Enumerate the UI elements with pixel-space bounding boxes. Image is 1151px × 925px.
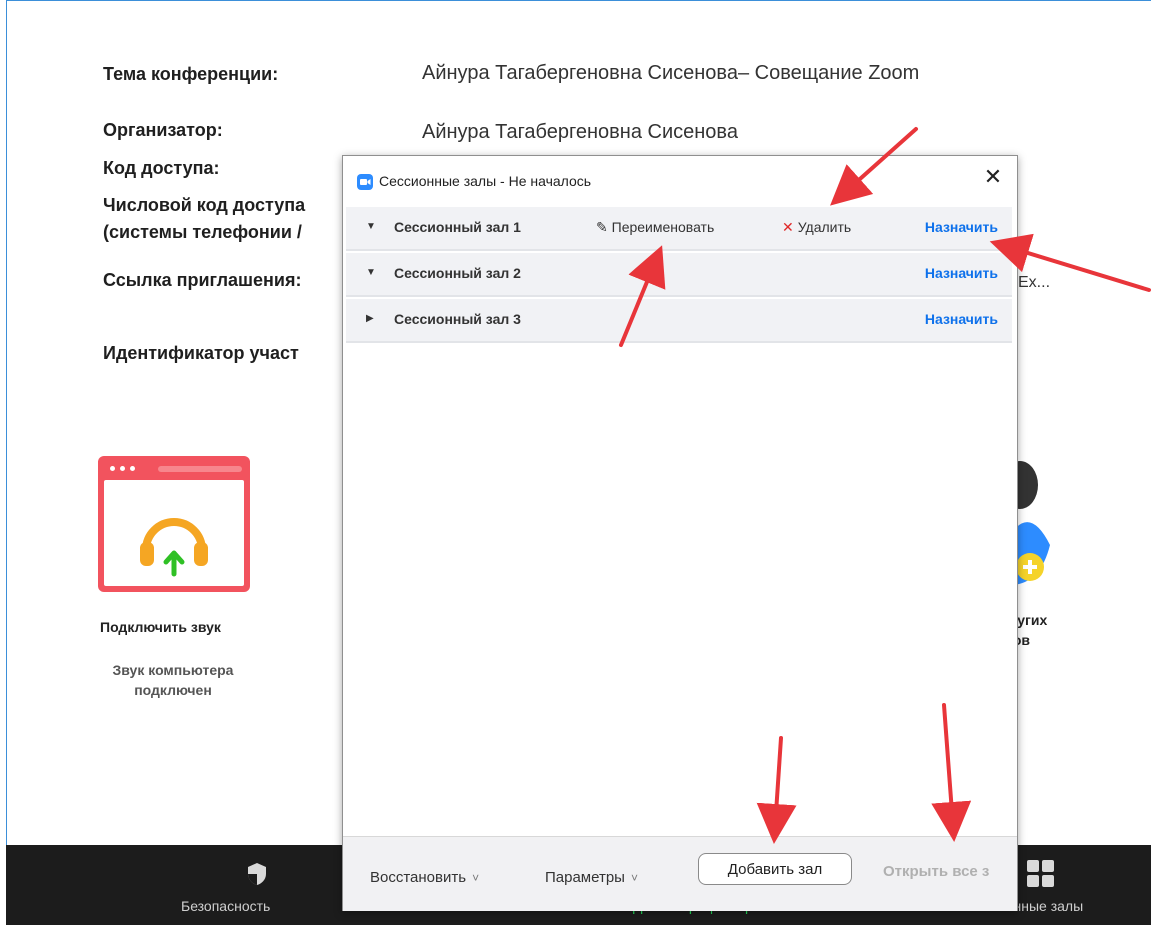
room-name: Сессионный зал 2	[394, 265, 521, 281]
room-row-1[interactable]: ▼ Сессионный зал 1 ✎ Переименовать ✕ Удал…	[346, 207, 1012, 251]
audio-status-line1: Звук компьютера	[112, 662, 234, 678]
chevron-down-icon: ˅	[472, 871, 480, 885]
breakout-rooms-icon[interactable]	[1027, 860, 1055, 888]
room-row-3[interactable]: ▶ Сессионный зал 3 Назначить	[346, 299, 1012, 343]
delete-button[interactable]: ✕ Удалить	[782, 219, 851, 236]
zoom-window: Тема конференции: Айнура Тагабергеновна …	[0, 0, 1151, 925]
options-label: Параметры	[545, 869, 625, 886]
participant-id-label: Идентификатор участ	[103, 343, 299, 363]
window-dot-icon	[130, 466, 135, 471]
restore-button[interactable]: Восстановить ˅	[370, 869, 479, 886]
dialog-footer: Восстановить ˅ Параметры ˅ Добавить зал От…	[343, 836, 1017, 911]
join-audio-card[interactable]	[98, 456, 250, 592]
assign-button[interactable]: Назначить	[925, 219, 998, 235]
room-row-2[interactable]: ▼ Сессионный зал 2 Назначить	[346, 253, 1012, 297]
numeric-passcode-label-2: (системы телефонии /	[103, 222, 302, 242]
numeric-passcode-label-1: Числовой код доступа	[103, 195, 306, 215]
dialog-title: Сессионные залы - Не началось	[379, 173, 592, 189]
window-dot-icon	[120, 466, 125, 471]
delete-x-icon: ✕	[782, 219, 794, 235]
assign-button[interactable]: Назначить	[925, 311, 998, 327]
invite-link-label: Ссылка приглашения:	[103, 270, 302, 290]
chevron-down-icon: ˅	[630, 871, 638, 885]
add-room-button[interactable]: Добавить зал	[698, 853, 852, 885]
open-all-rooms-button[interactable]: Открыть все з	[883, 863, 989, 880]
caret-right-icon[interactable]: ▶	[366, 313, 374, 324]
options-button[interactable]: Параметры ˅	[545, 869, 638, 886]
window-dot-icon	[110, 466, 115, 471]
room-name: Сессионный зал 1	[394, 219, 521, 235]
room-name: Сессионный зал 3	[394, 311, 521, 327]
caret-down-icon[interactable]: ▼	[366, 267, 376, 278]
topic-label: Тема конференции:	[103, 64, 279, 84]
shield-icon[interactable]	[246, 862, 268, 886]
delete-label: Удалить	[797, 219, 852, 235]
audio-status: Звук компьютера подключен	[98, 660, 248, 700]
toolbar-security[interactable]: Безопасность	[181, 898, 270, 914]
passcode-label: Код доступа:	[103, 158, 220, 178]
host-value: Айнура Тагабергеновна Сисенова	[422, 121, 738, 143]
assign-button[interactable]: Назначить	[925, 265, 998, 281]
close-icon[interactable]: ✕	[981, 166, 1005, 190]
zoom-logo-icon	[357, 174, 373, 190]
audio-card-body	[104, 480, 244, 586]
rename-button[interactable]: ✎ Переименовать	[596, 219, 714, 236]
host-label: Организатор:	[103, 120, 223, 140]
restore-label: Восстановить	[370, 869, 467, 886]
audio-status-line2: подключен	[134, 682, 212, 698]
breakout-rooms-dialog: Сессионные залы - Не началось ✕ ▼ Сессио…	[342, 155, 1018, 911]
caret-down-icon[interactable]: ▼	[366, 221, 376, 232]
window-bar	[158, 466, 242, 472]
pencil-icon: ✎	[596, 219, 608, 235]
rename-label: Переименовать	[611, 219, 715, 235]
invite-link-value[interactable]: Ex...	[1018, 274, 1050, 292]
headphone-icon	[140, 518, 208, 577]
topic-value: Айнура Тагабергеновна Сисенова– Совещани…	[422, 62, 920, 84]
join-audio-title[interactable]: Подключить звук	[100, 619, 221, 635]
